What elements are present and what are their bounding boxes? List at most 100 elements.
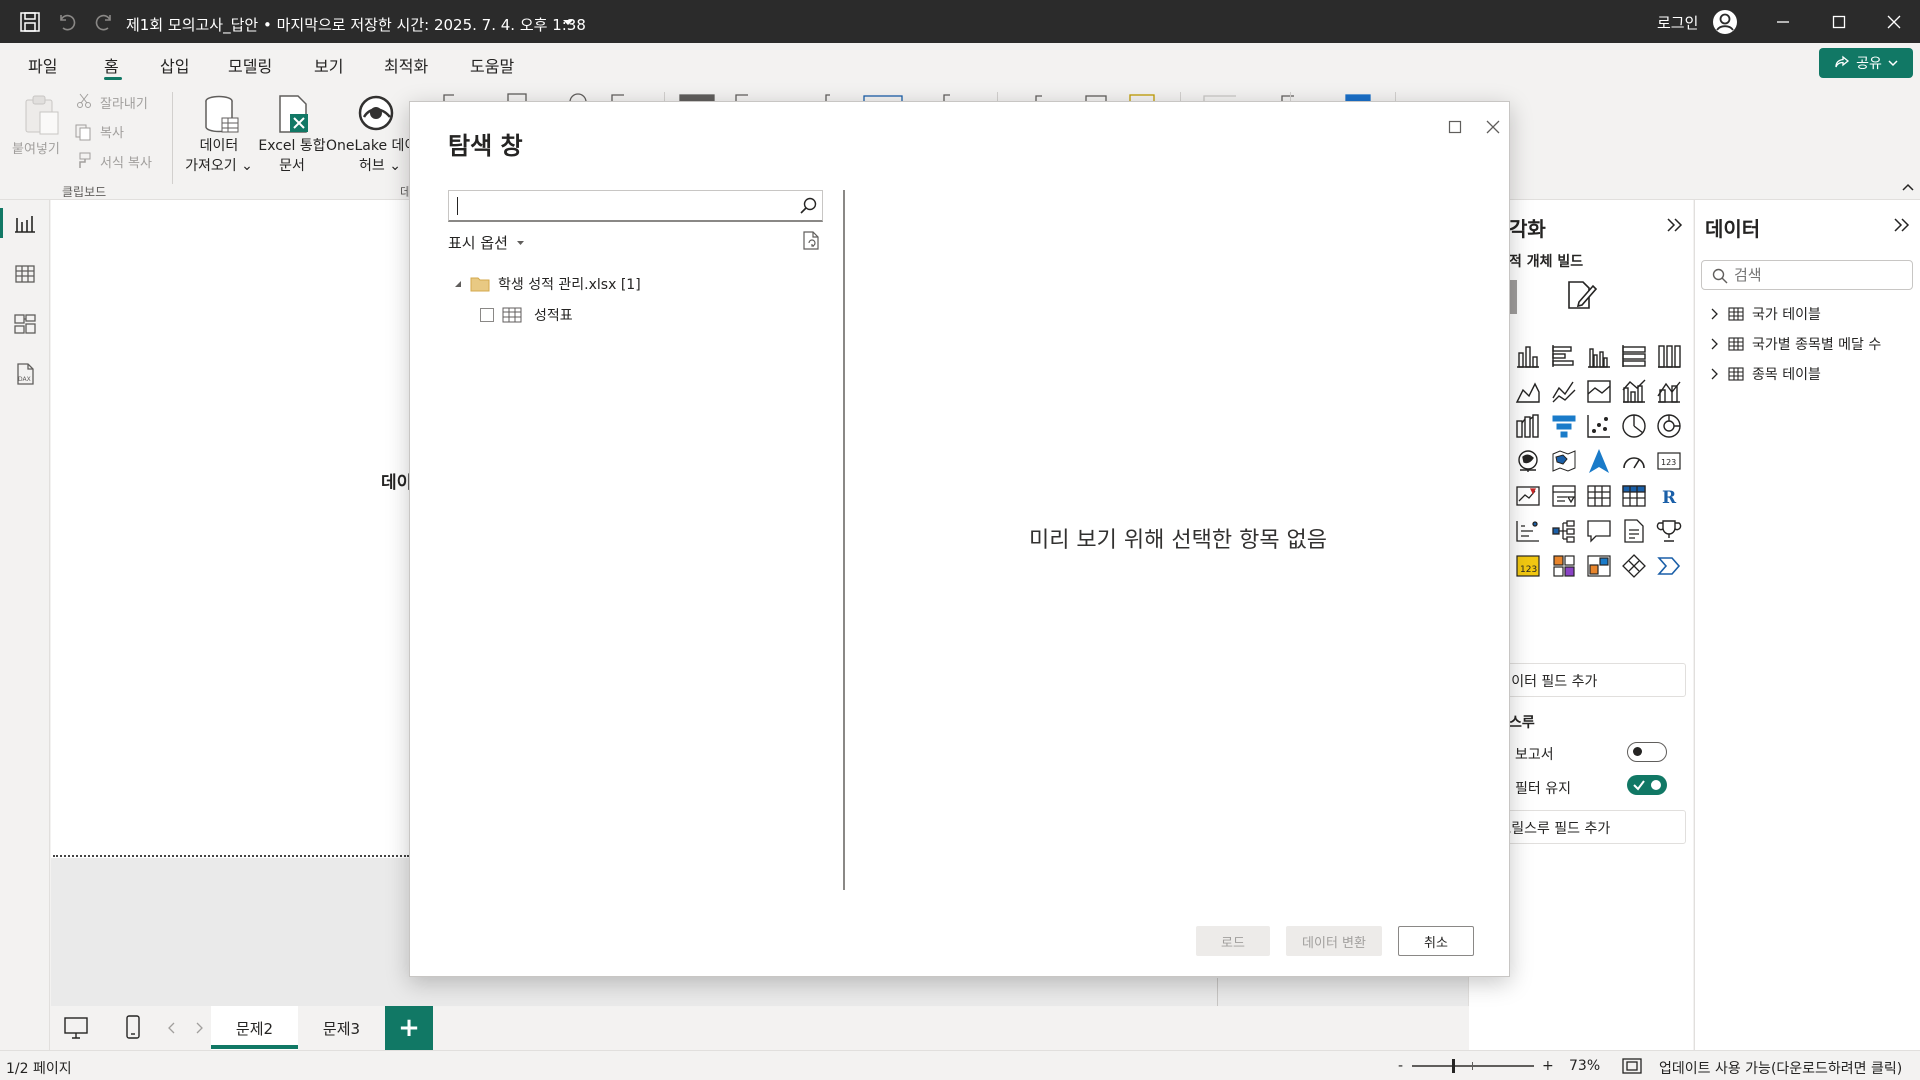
- report-view-icon[interactable]: [13, 212, 37, 236]
- data-table-item[interactable]: 종목 테이블: [1710, 363, 1821, 385]
- clustered-column-chart-icon[interactable]: [1586, 343, 1612, 369]
- model-view-icon[interactable]: [13, 312, 37, 336]
- zoom-slider-thumb[interactable]: [1452, 1059, 1455, 1073]
- stacked-bar-chart-icon[interactable]: [1515, 343, 1541, 369]
- prev-page-icon[interactable]: [167, 1022, 177, 1034]
- build-visual-tab-icon[interactable]: [1509, 280, 1517, 314]
- document-title[interactable]: 제1회 모의고사_답안 • 마지막으로 저장한 시간: 2025. 7. 4. …: [126, 14, 586, 35]
- data-table-item[interactable]: 국가 테이블: [1710, 303, 1821, 325]
- menu-insert[interactable]: 삽입: [160, 53, 189, 77]
- menu-optimize[interactable]: 최적화: [384, 53, 428, 77]
- mobile-layout-icon[interactable]: [125, 1014, 141, 1040]
- format-painter-button[interactable]: 서식 복사: [100, 152, 152, 171]
- load-button[interactable]: 로드: [1196, 926, 1270, 956]
- card-icon[interactable]: 123: [1656, 448, 1682, 474]
- transform-data-button[interactable]: 데이터 변환: [1286, 926, 1382, 956]
- collapse-data-pane-icon[interactable]: [1893, 217, 1911, 233]
- clustered-bar-chart-icon[interactable]: [1551, 343, 1577, 369]
- share-button[interactable]: 공유: [1819, 48, 1913, 78]
- refresh-preview-icon[interactable]: [801, 230, 821, 252]
- filled-map-icon[interactable]: [1551, 448, 1577, 474]
- line-stacked-column-icon[interactable]: [1656, 378, 1682, 404]
- data-search-box[interactable]: [1701, 260, 1913, 290]
- paste-icon[interactable]: [22, 94, 62, 136]
- dialog-maximize-button[interactable]: [1440, 112, 1470, 142]
- menu-view[interactable]: 보기: [314, 53, 343, 77]
- add-page-button[interactable]: +: [385, 1006, 433, 1050]
- data-search-input[interactable]: [1734, 265, 1904, 285]
- collapse-viz-pane-icon[interactable]: [1666, 217, 1684, 233]
- save-icon[interactable]: [19, 11, 41, 33]
- stacked-area-chart-icon[interactable]: [1586, 378, 1612, 404]
- stacked-bar-100-icon[interactable]: [1621, 343, 1647, 369]
- cut-button[interactable]: 잘라내기: [100, 93, 148, 112]
- table-view-icon[interactable]: [13, 262, 37, 286]
- menu-file[interactable]: 파일: [28, 53, 57, 77]
- line-clustered-column-icon[interactable]: [1621, 378, 1647, 404]
- line-chart-icon[interactable]: [1551, 378, 1577, 404]
- get-data-icon[interactable]: [202, 94, 242, 136]
- smart-narrative-icon[interactable]: [1621, 518, 1647, 544]
- matrix-icon[interactable]: [1621, 483, 1647, 509]
- scatter-chart-icon[interactable]: [1586, 413, 1612, 439]
- decomposition-tree-icon[interactable]: [1551, 518, 1577, 544]
- goals-icon[interactable]: [1656, 518, 1682, 544]
- kpi-icon[interactable]: [1515, 483, 1541, 509]
- navigator-search-box[interactable]: [448, 190, 823, 222]
- pie-chart-icon[interactable]: [1621, 413, 1647, 439]
- update-available-link[interactable]: 업데이트 사용 가능(다운로드하려면 클릭): [1659, 1058, 1902, 1078]
- r-script-visual-icon[interactable]: R: [1656, 483, 1682, 509]
- cross-report-toggle[interactable]: [1627, 742, 1667, 762]
- dialog-close-button[interactable]: [1478, 112, 1508, 142]
- azure-map-icon[interactable]: [1586, 448, 1612, 474]
- format-visual-icon[interactable]: [1565, 278, 1597, 312]
- menu-help[interactable]: 도움말: [470, 53, 514, 77]
- excel-workbook-button[interactable]: Excel 통합 문서: [254, 136, 330, 176]
- power-platform-icon[interactable]: [1621, 553, 1647, 579]
- tree-sheet-node[interactable]: 성적표: [480, 305, 573, 325]
- maximize-button[interactable]: [1811, 0, 1867, 43]
- gauge-icon[interactable]: [1621, 448, 1647, 474]
- cancel-button[interactable]: 취소: [1398, 926, 1474, 956]
- sheet-checkbox[interactable]: [480, 308, 494, 322]
- title-dropdown-icon[interactable]: [562, 19, 574, 27]
- ribbon-chart-icon[interactable]: [1515, 413, 1541, 439]
- undo-icon[interactable]: [56, 11, 78, 33]
- paste-button[interactable]: 붙여넣기: [12, 138, 60, 157]
- stacked-column-100-icon[interactable]: [1656, 343, 1682, 369]
- funnel-chart-icon[interactable]: [1551, 413, 1577, 439]
- search-icon[interactable]: [800, 197, 818, 215]
- menu-home[interactable]: 홈: [104, 53, 119, 77]
- zoom-percentage[interactable]: 73%: [1569, 1058, 1600, 1074]
- menu-modeling[interactable]: 모델링: [228, 53, 272, 77]
- minimize-button[interactable]: [1755, 0, 1811, 43]
- table-icon[interactable]: [1586, 483, 1612, 509]
- zoom-slider[interactable]: [1412, 1059, 1534, 1073]
- get-data-button[interactable]: 데이터 가져오기 ⌄: [183, 136, 255, 176]
- onelake-hub-button[interactable]: OneLake 데이 허브 ⌄: [326, 136, 417, 176]
- zoom-in-button[interactable]: +: [1542, 1058, 1554, 1074]
- dax-query-view-icon[interactable]: DAX: [13, 362, 37, 386]
- login-button[interactable]: 로그인: [1657, 12, 1698, 33]
- close-window-button[interactable]: [1866, 0, 1920, 43]
- page-tab-2[interactable]: 문제3: [298, 1006, 385, 1050]
- onelake-icon[interactable]: [356, 93, 396, 133]
- area-chart-icon[interactable]: [1515, 378, 1541, 404]
- data-table-item[interactable]: 국가별 종목별 메달 수: [1710, 333, 1881, 355]
- next-page-icon[interactable]: [194, 1022, 204, 1034]
- zoom-out-button[interactable]: -: [1398, 1058, 1403, 1074]
- treemap-icon[interactable]: [1515, 448, 1541, 474]
- page-tab-1[interactable]: 문제2: [211, 1006, 298, 1050]
- key-influencers-icon[interactable]: [1515, 518, 1541, 544]
- more-visuals-icon[interactable]: [1656, 553, 1682, 579]
- copy-button[interactable]: 복사: [100, 122, 124, 141]
- slicer-icon[interactable]: [1551, 483, 1577, 509]
- power-automate-icon[interactable]: [1586, 553, 1612, 579]
- tree-file-node[interactable]: 학생 성적 관리.xlsx [1]: [454, 274, 641, 294]
- paginated-report-icon[interactable]: 123: [1515, 553, 1541, 579]
- donut-chart-icon[interactable]: [1656, 413, 1682, 439]
- display-options-dropdown[interactable]: 표시 옵션: [448, 232, 525, 253]
- navigator-search-input[interactable]: [455, 196, 785, 216]
- redo-icon[interactable]: [93, 11, 115, 33]
- keep-filters-toggle[interactable]: [1627, 775, 1667, 795]
